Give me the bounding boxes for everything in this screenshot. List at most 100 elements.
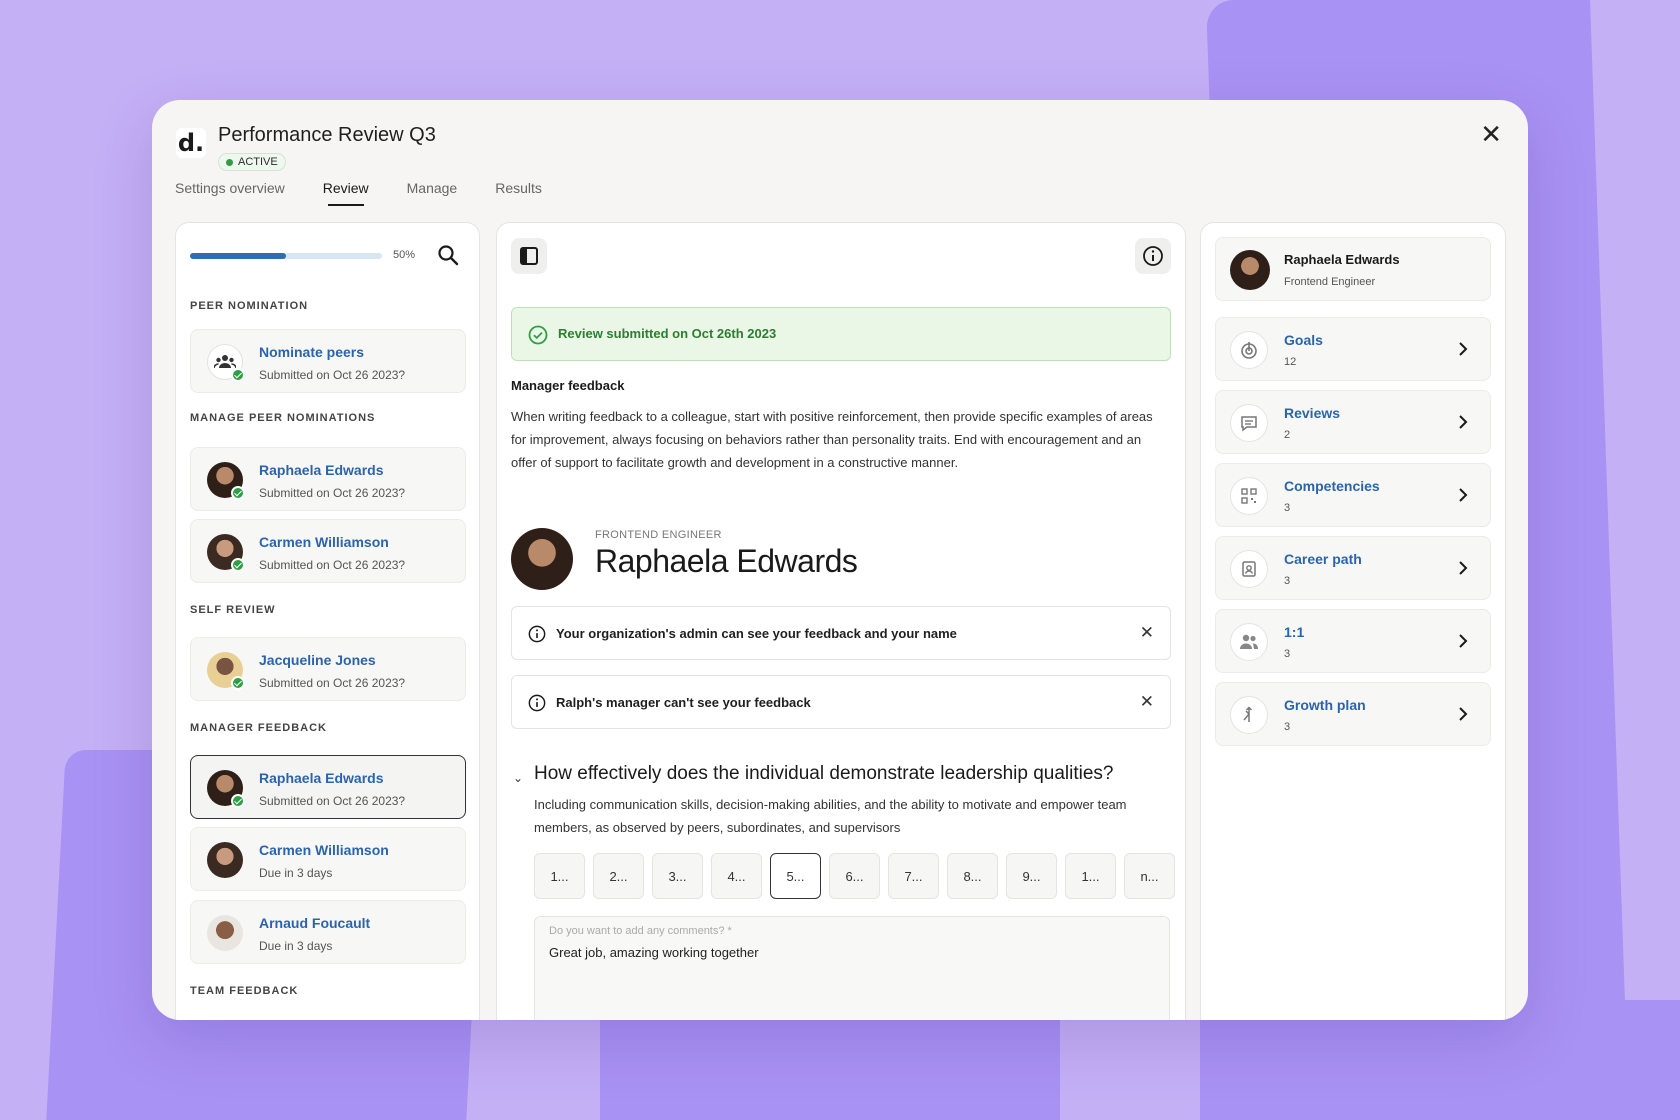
chevron-right-icon xyxy=(1459,342,1468,356)
comment-field[interactable]: Do you want to add any comments? * Great… xyxy=(534,916,1170,1020)
check-icon xyxy=(231,368,245,382)
person-role: FRONTEND ENGINEER xyxy=(595,529,722,541)
avatar xyxy=(1230,250,1270,290)
list-item[interactable]: Carmen Williamson Submitted on Oct 26 20… xyxy=(190,519,466,583)
rating-option[interactable]: 1... xyxy=(534,853,585,899)
close-icon[interactable]: ✕ xyxy=(1140,623,1154,643)
info-icon xyxy=(528,625,546,643)
link-growth-plan[interactable]: Growth plan 3 xyxy=(1215,682,1491,746)
link-count: 12 xyxy=(1284,356,1297,368)
section-peer-nomination: PEER NOMINATION xyxy=(190,300,309,312)
section-team-feedback: TEAM FEEDBACK xyxy=(190,985,299,997)
check-icon xyxy=(231,794,245,808)
review-content: Review submitted on Oct 26th 2023 Manage… xyxy=(496,222,1186,1020)
rating-option[interactable]: 4... xyxy=(711,853,762,899)
tab-results[interactable]: Results xyxy=(495,180,542,206)
list-item-selected[interactable]: Raphaela Edwards Submitted on Oct 26 202… xyxy=(190,755,466,819)
check-circle-icon xyxy=(528,325,548,345)
check-icon xyxy=(231,558,245,572)
merge-icon xyxy=(1230,696,1268,734)
list-item-name: Nominate peers xyxy=(259,344,365,360)
review-modal: d. Performance Review Q3 ACTIVE ✕ Settin… xyxy=(152,100,1528,1020)
list-item-status: Submitted on Oct 26 2023? xyxy=(259,368,406,382)
link-competencies[interactable]: Competencies 3 xyxy=(1215,463,1491,527)
list-item-nominate-peers[interactable]: Nominate peers Submitted on Oct 26 2023? xyxy=(190,329,466,393)
section-manage-peer-nominations: MANAGE PEER NOMINATIONS xyxy=(190,412,376,424)
chevron-down-icon[interactable]: ⌄ xyxy=(513,771,523,785)
chevron-right-icon xyxy=(1459,488,1468,502)
rating-option[interactable]: 6... xyxy=(829,853,880,899)
rating-option[interactable]: 2... xyxy=(593,853,644,899)
badge-icon xyxy=(1230,550,1268,588)
link-goals[interactable]: Goals 12 xyxy=(1215,317,1491,381)
list-item-name: Jacqueline Jones xyxy=(259,652,376,668)
question-title: How effectively does the individual demo… xyxy=(534,763,1114,784)
background-shape xyxy=(600,1010,1060,1120)
rating-option[interactable]: 3... xyxy=(652,853,703,899)
rating-option[interactable]: 7... xyxy=(888,853,939,899)
info-icon[interactable] xyxy=(1135,238,1171,274)
person-avatar xyxy=(511,528,573,590)
message-icon xyxy=(1230,404,1268,442)
close-icon[interactable]: ✕ xyxy=(1140,692,1154,712)
list-item[interactable]: Raphaela Edwards Submitted on Oct 26 202… xyxy=(190,447,466,511)
status-badge: ACTIVE xyxy=(218,153,286,171)
status-badge-label: ACTIVE xyxy=(238,156,278,168)
status-dot-icon xyxy=(226,158,233,166)
profile-card: Raphaela Edwards Frontend Engineer xyxy=(1215,237,1491,301)
search-icon[interactable] xyxy=(436,243,460,267)
chevron-right-icon xyxy=(1459,634,1468,648)
list-item-name: Raphaela Edwards xyxy=(259,462,384,478)
list-item[interactable]: Arnaud Foucault Due in 3 days xyxy=(190,900,466,964)
profile-role: Frontend Engineer xyxy=(1284,276,1376,288)
tab-manage[interactable]: Manage xyxy=(407,180,458,206)
info-icon xyxy=(528,694,546,712)
visibility-note: Your organization's admin can see your f… xyxy=(511,606,1171,660)
link-count: 3 xyxy=(1284,721,1291,733)
comment-placeholder: Do you want to add any comments? * xyxy=(549,925,732,937)
rating-option[interactable]: 9... xyxy=(1006,853,1057,899)
check-icon xyxy=(231,676,245,690)
list-item-name: Arnaud Foucault xyxy=(259,915,371,931)
rating-option[interactable]: 8... xyxy=(947,853,998,899)
progress-bar xyxy=(190,253,382,259)
qr-grid-icon xyxy=(1230,477,1268,515)
link-label: Career path xyxy=(1284,551,1362,567)
question-description: Including communication skills, decision… xyxy=(534,797,1127,835)
modal-header: d. Performance Review Q3 ACTIVE xyxy=(176,118,436,171)
person-name: Raphaela Edwards xyxy=(595,543,858,579)
profile-name: Raphaela Edwards xyxy=(1284,252,1400,267)
list-item[interactable]: Carmen Williamson Due in 3 days xyxy=(190,827,466,891)
progress-fill xyxy=(190,253,286,259)
link-one-on-one[interactable]: 1:1 3 xyxy=(1215,609,1491,673)
link-career-path[interactable]: Career path 3 xyxy=(1215,536,1491,600)
sidebar-toggle-icon[interactable] xyxy=(511,238,547,274)
link-reviews[interactable]: Reviews 2 xyxy=(1215,390,1491,454)
list-item-status: Due in 3 days xyxy=(259,939,333,953)
chevron-right-icon xyxy=(1459,415,1468,429)
submitted-banner: Review submitted on Oct 26th 2023 xyxy=(511,307,1171,361)
section-self-review: SELF REVIEW xyxy=(190,604,276,616)
check-icon xyxy=(231,486,245,500)
rating-option[interactable]: n... xyxy=(1124,853,1175,899)
rating-option-selected[interactable]: 5... xyxy=(770,853,821,899)
progress-label: 50% xyxy=(393,249,416,261)
manager-feedback-heading: Manager feedback xyxy=(511,378,625,393)
link-label: Reviews xyxy=(1284,405,1341,421)
link-count: 3 xyxy=(1284,648,1291,660)
link-count: 3 xyxy=(1284,575,1291,587)
comment-value: Great job, amazing working together xyxy=(549,945,759,960)
list-item[interactable]: Jacqueline Jones Submitted on Oct 26 202… xyxy=(190,637,466,701)
close-icon[interactable]: ✕ xyxy=(1480,122,1502,148)
tab-review[interactable]: Review xyxy=(323,180,369,206)
rating-option[interactable]: 1... xyxy=(1065,853,1116,899)
visibility-note: Ralph's manager can't see your feedback … xyxy=(511,675,1171,729)
chevron-right-icon xyxy=(1459,561,1468,575)
submitted-text: Review submitted on Oct 26th 2023 xyxy=(558,326,777,341)
link-label: Goals xyxy=(1284,332,1323,348)
tab-settings-overview[interactable]: Settings overview xyxy=(175,180,285,206)
link-label: 1:1 xyxy=(1284,624,1305,640)
list-item-status: Due in 3 days xyxy=(259,866,333,880)
link-label: Competencies xyxy=(1284,478,1380,494)
manager-feedback-text: When writing feedback to a colleague, st… xyxy=(511,409,1153,470)
